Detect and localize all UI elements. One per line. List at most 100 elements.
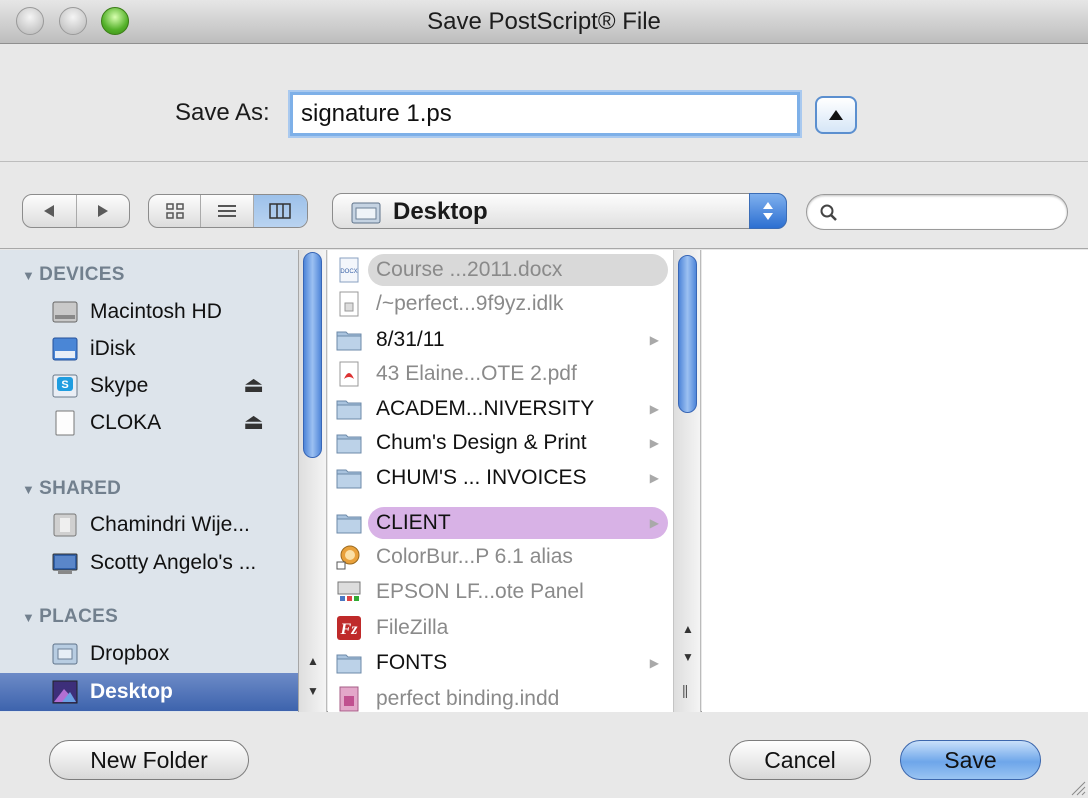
file-row[interactable]: FONTS ▶: [328, 646, 673, 680]
file-row[interactable]: perfect binding.indd: [328, 682, 673, 712]
window-title: Save PostScript® File: [427, 8, 661, 35]
file-row[interactable]: Chum's Design & Print ▶: [328, 426, 673, 460]
dropbox-folder-icon: [52, 643, 78, 665]
disclosure-arrow-icon: ▶: [649, 656, 659, 670]
disclosure-arrow-icon: ▶: [649, 471, 659, 485]
view-mode-control: [148, 194, 308, 228]
file-browser: ▼ DEVICES Macintosh HD iDisk S Skype ⏏ CL…: [0, 250, 1088, 712]
sidebar-item-idisk[interactable]: iDisk: [20, 331, 292, 367]
file-row[interactable]: EPSON LF...ote Panel: [328, 575, 673, 609]
sidebar-item-skype[interactable]: S Skype ⏏: [20, 368, 292, 404]
search-icon: [820, 204, 837, 221]
triangle-up-icon: [829, 110, 843, 120]
sidebar-section-devices[interactable]: ▼ DEVICES: [22, 264, 125, 286]
pdf-file-icon: [339, 361, 359, 387]
folder-icon: [336, 654, 362, 674]
folder-icon: [351, 202, 381, 224]
file-row[interactable]: CHUM'S ... INVOICES ▶: [328, 461, 673, 495]
sidebar-section-shared[interactable]: ▼ SHARED: [22, 478, 121, 500]
sidebar-item-macintosh-hd[interactable]: Macintosh HD: [20, 294, 292, 330]
file-row[interactable]: Fz FileZilla: [328, 611, 673, 645]
collapse-dialog-button[interactable]: [815, 96, 857, 134]
location-label: Desktop: [393, 198, 488, 225]
sidebar-item-dropbox[interactable]: Dropbox: [20, 636, 292, 672]
disclosure-arrow-icon: ▶: [649, 516, 659, 530]
new-folder-button[interactable]: New Folder: [49, 740, 249, 780]
desktop-icon: [52, 680, 78, 704]
file-column-scroll-thumb[interactable]: [678, 255, 697, 413]
back-button[interactable]: [23, 195, 77, 227]
back-forward-control: [22, 194, 130, 228]
scroll-up-icon[interactable]: ▲: [307, 654, 319, 668]
svg-text:DOCX: DOCX: [340, 269, 357, 275]
sidebar-item-chamindri[interactable]: Chamindri Wije...: [20, 507, 292, 543]
columns-icon: [269, 203, 292, 219]
file-row[interactable]: ColorBur...P 6.1 alias: [328, 540, 673, 574]
sidebar: ▼ DEVICES Macintosh HD iDisk S Skype ⏏ CL…: [0, 250, 299, 712]
scroll-up-icon[interactable]: ▲: [682, 622, 694, 636]
location-popup[interactable]: Desktop: [332, 193, 787, 229]
file-column-scrollbar[interactable]: ▲ ▼ ||: [673, 250, 701, 712]
sidebar-item-cloka[interactable]: CLOKA ⏏: [20, 405, 292, 441]
save-as-area: Save As:: [0, 44, 1088, 162]
sidebar-item-scotty[interactable]: Scotty Angelo's ...: [20, 545, 292, 581]
filezilla-icon: Fz: [337, 616, 361, 640]
disclosure-arrow-icon: ▶: [649, 402, 659, 416]
list-icon: [218, 205, 237, 217]
eject-icon[interactable]: ⏏: [243, 409, 264, 435]
list-view-button[interactable]: [201, 195, 254, 227]
shared-display-icon: [52, 553, 78, 574]
chevron-updown-icon: [763, 202, 773, 220]
disclosure-arrow-icon: ▶: [649, 436, 659, 450]
file-row[interactable]: /~perfect...9f9yz.idlk: [328, 287, 673, 321]
sidebar-scrollbar[interactable]: ▲ ▼: [299, 250, 327, 712]
sidebar-scroll-thumb[interactable]: [303, 252, 322, 458]
folder-icon: [336, 514, 362, 534]
document-icon: [339, 291, 359, 317]
folder-icon: [336, 469, 362, 489]
file-row[interactable]: 43 Elaine...OTE 2.pdf: [328, 357, 673, 391]
sidebar-section-places[interactable]: ▼ PLACES: [22, 606, 118, 628]
icon-view-button[interactable]: [149, 195, 202, 227]
hard-drive-icon: [52, 301, 78, 323]
external-disk-icon: [55, 410, 75, 436]
search-field[interactable]: [806, 194, 1068, 230]
title-bar: Save PostScript® File: [0, 0, 1088, 44]
folder-icon: [336, 331, 362, 351]
grid-icon: [165, 203, 184, 219]
column-resize-handle[interactable]: ||: [682, 682, 688, 698]
folder-icon: [336, 400, 362, 420]
docx-file-icon: DOCX: [339, 257, 359, 283]
skype-disk-icon: S: [52, 374, 78, 398]
file-row[interactable]: DOCX Course ...2011.docx: [328, 253, 673, 287]
indesign-file-icon: [339, 686, 359, 712]
shared-computer-icon: [53, 513, 77, 537]
cancel-button[interactable]: Cancel: [729, 740, 871, 780]
eject-icon[interactable]: ⏏: [243, 372, 264, 398]
svg-text:Fz: Fz: [340, 621, 359, 638]
file-row[interactable]: CLIENT ▶: [328, 506, 673, 540]
idisk-icon: [52, 337, 78, 361]
button-bar: New Folder Cancel Save: [0, 713, 1088, 798]
scroll-down-icon[interactable]: ▼: [307, 684, 319, 698]
disclosure-arrow-icon: ▶: [649, 333, 659, 347]
alias-icon: [336, 545, 360, 570]
save-as-input[interactable]: [290, 92, 800, 136]
column-view-button[interactable]: [253, 195, 307, 227]
forward-arrow-icon: [97, 205, 108, 217]
empty-column: [702, 250, 1088, 712]
sidebar-item-desktop[interactable]: Desktop: [0, 673, 298, 711]
back-arrow-icon: [44, 205, 55, 217]
popup-arrows: [749, 193, 787, 229]
folder-icon: [336, 434, 362, 454]
navigation-toolbar: Desktop: [0, 163, 1088, 249]
scroll-down-icon[interactable]: ▼: [682, 650, 694, 664]
resize-grip-icon[interactable]: [1068, 778, 1086, 796]
svg-text:S: S: [61, 379, 68, 391]
save-button[interactable]: Save: [900, 740, 1041, 780]
file-row[interactable]: ACADEM...NIVERSITY ▶: [328, 392, 673, 426]
forward-button[interactable]: [77, 195, 130, 227]
file-row[interactable]: 8/31/11 ▶: [328, 323, 673, 357]
application-icon: [337, 581, 361, 601]
file-column: DOCX Course ...2011.docx /~perfect...9f9…: [328, 250, 673, 712]
